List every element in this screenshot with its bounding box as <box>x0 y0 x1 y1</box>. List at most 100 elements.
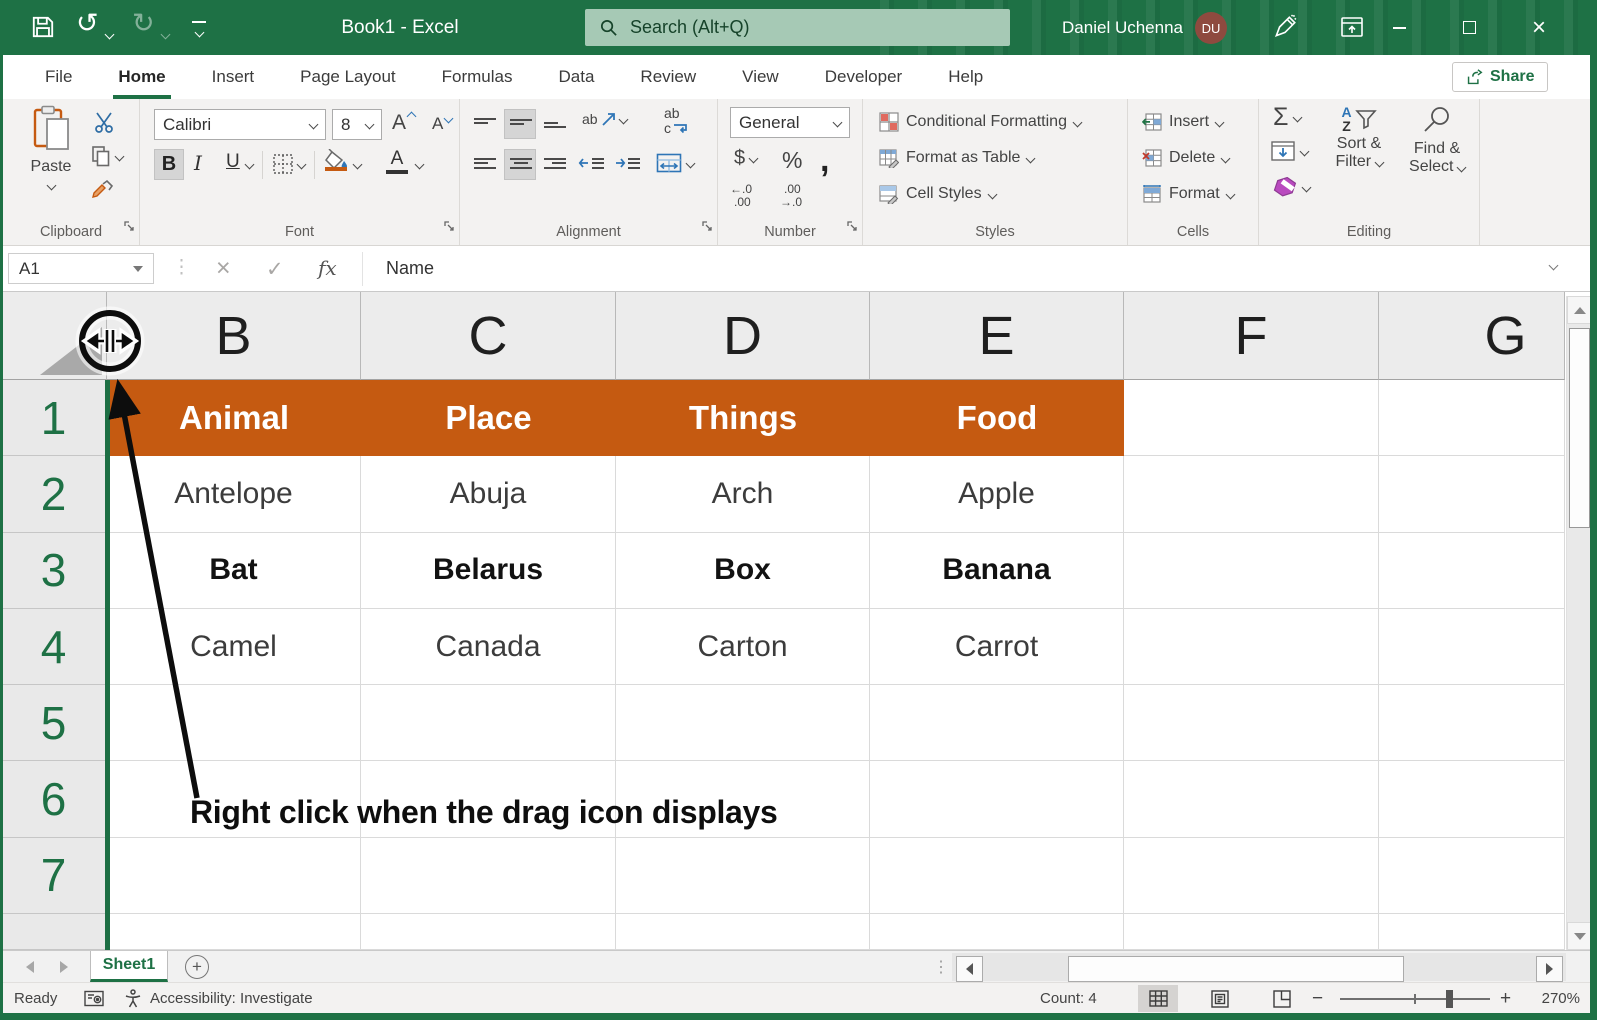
copy-dropdown-icon[interactable] <box>114 151 125 161</box>
select-all-corner[interactable] <box>0 292 107 380</box>
cell-c3[interactable]: Belarus <box>361 532 616 609</box>
row-header-5[interactable]: 5 <box>0 685 107 762</box>
accessibility-status[interactable]: Accessibility: Investigate <box>124 983 313 1014</box>
align-middle-icon[interactable] <box>504 109 536 139</box>
copy-button[interactable] <box>91 145 125 167</box>
font-family-select[interactable]: Calibri <box>154 109 326 140</box>
tab-developer[interactable]: Developer <box>802 55 926 99</box>
cell[interactable] <box>1124 761 1379 838</box>
cell[interactable] <box>1124 380 1379 457</box>
cell[interactable] <box>107 914 361 951</box>
increase-indent-icon[interactable] <box>614 155 640 171</box>
grow-font-button[interactable]: A <box>392 111 417 135</box>
format-painter-icon[interactable] <box>91 179 115 208</box>
view-normal-button[interactable] <box>1138 985 1178 1012</box>
horizontal-scrollbar[interactable] <box>952 953 1566 982</box>
row-header-6[interactable]: 6 <box>0 761 107 838</box>
row-header-partial[interactable] <box>0 914 107 951</box>
align-center-icon[interactable] <box>504 149 536 180</box>
clipboard-dialog-launcher-icon[interactable] <box>123 219 135 237</box>
vertical-scrollbar-thumb[interactable] <box>1569 328 1590 528</box>
zoom-level[interactable]: 270% <box>1522 983 1580 1014</box>
redo-icon[interactable]: ↻ <box>132 8 155 39</box>
cell[interactable] <box>1379 761 1565 838</box>
name-box-dropdown-icon[interactable] <box>133 265 143 272</box>
cell[interactable] <box>107 837 361 915</box>
orientation-button[interactable]: ab <box>582 111 629 127</box>
tab-help[interactable]: Help <box>925 55 1006 99</box>
cell-b3[interactable]: Bat <box>107 532 361 609</box>
fill-color-dropdown-icon[interactable] <box>352 159 363 170</box>
format-as-table-button[interactable]: Format as Table <box>879 145 1036 171</box>
cell[interactable] <box>1379 685 1565 762</box>
cell[interactable] <box>1379 837 1565 915</box>
tab-splitter-icon[interactable]: ⋮ <box>933 957 949 977</box>
redo-dropdown-icon[interactable] <box>160 25 171 43</box>
undo-icon[interactable]: ↺ <box>76 8 99 39</box>
cell-e1[interactable]: Food <box>870 380 1124 457</box>
cell[interactable] <box>1379 914 1565 951</box>
name-box[interactable]: A1 <box>8 253 154 284</box>
merge-center-button[interactable] <box>656 153 696 173</box>
minimize-button[interactable] <box>1376 0 1422 55</box>
cell-d2[interactable]: Arch <box>616 456 870 533</box>
prev-sheet-icon[interactable] <box>26 961 34 973</box>
column-header-f[interactable]: F <box>1124 292 1379 380</box>
font-color-button[interactable]: A <box>386 149 408 174</box>
autosum-button[interactable]: Σ <box>1273 103 1303 132</box>
status-mode[interactable]: Ready <box>14 983 57 1014</box>
column-header-d[interactable]: D <box>616 292 870 380</box>
cell[interactable] <box>1379 456 1565 533</box>
insert-function-icon[interactable]: fx <box>318 256 337 280</box>
column-header-e[interactable]: E <box>870 292 1124 380</box>
tab-insert[interactable]: Insert <box>189 55 278 99</box>
row-header-4[interactable]: 4 <box>0 608 107 686</box>
ribbon-display-options-icon[interactable] <box>1340 16 1364 43</box>
paste-dropdown-icon[interactable] <box>46 180 56 191</box>
cell[interactable] <box>870 837 1124 915</box>
quick-access-customize-icon[interactable] <box>192 21 206 41</box>
underline-dropdown-icon[interactable] <box>244 159 255 170</box>
row-header-2[interactable]: 2 <box>0 456 107 533</box>
cell-b2[interactable]: Antelope <box>107 456 361 533</box>
cell[interactable] <box>1379 608 1565 686</box>
view-page-layout-button[interactable] <box>1200 985 1240 1012</box>
vertical-scrollbar[interactable] <box>1566 296 1592 950</box>
orientation-dropdown-icon[interactable] <box>618 114 629 124</box>
row-header-3[interactable]: 3 <box>0 532 107 609</box>
comma-style-button[interactable]: , <box>820 141 829 180</box>
cell[interactable] <box>870 761 1124 838</box>
scroll-left-icon[interactable] <box>956 956 983 982</box>
clear-button[interactable] <box>1271 177 1312 197</box>
conditional-formatting-button[interactable]: Conditional Formatting <box>879 109 1083 135</box>
column-header-b[interactable]: B <box>107 292 361 380</box>
currency-button[interactable]: $ <box>734 147 759 170</box>
cell-b4[interactable]: Camel <box>107 608 361 686</box>
alignment-dialog-launcher-icon[interactable] <box>701 219 713 237</box>
align-top-icon[interactable] <box>474 115 496 127</box>
cell[interactable] <box>1124 914 1379 951</box>
zoom-out-button[interactable]: − <box>1312 983 1323 1014</box>
cell-c1[interactable]: Place <box>361 380 616 457</box>
fill-button[interactable] <box>1271 141 1310 161</box>
cell[interactable] <box>616 685 870 762</box>
macro-record-icon[interactable] <box>84 983 104 1014</box>
enter-icon[interactable]: ✓ <box>266 257 284 282</box>
fill-color-icon[interactable] <box>324 148 350 176</box>
tab-view[interactable]: View <box>719 55 802 99</box>
tab-page-layout[interactable]: Page Layout <box>277 55 418 99</box>
borders-dropdown-icon[interactable] <box>296 159 307 170</box>
cell-styles-button[interactable]: Cell Styles <box>879 181 998 207</box>
bold-button[interactable]: B <box>154 149 184 180</box>
cell-e4[interactable]: Carrot <box>870 608 1124 686</box>
cell-b1[interactable]: Animal <box>107 380 361 457</box>
cancel-icon[interactable]: × <box>216 254 231 283</box>
next-sheet-icon[interactable] <box>60 961 68 973</box>
sheet-tab-active[interactable]: Sheet1 <box>90 951 168 982</box>
tab-file[interactable]: File <box>22 55 95 99</box>
scroll-right-icon[interactable] <box>1536 956 1563 982</box>
row-header-7[interactable]: 7 <box>0 837 107 915</box>
decrease-decimal-button[interactable]: .00 →.0 <box>780 183 802 209</box>
italic-button[interactable]: I <box>194 151 202 175</box>
wrap-text-button[interactable]: ab c <box>664 106 689 136</box>
